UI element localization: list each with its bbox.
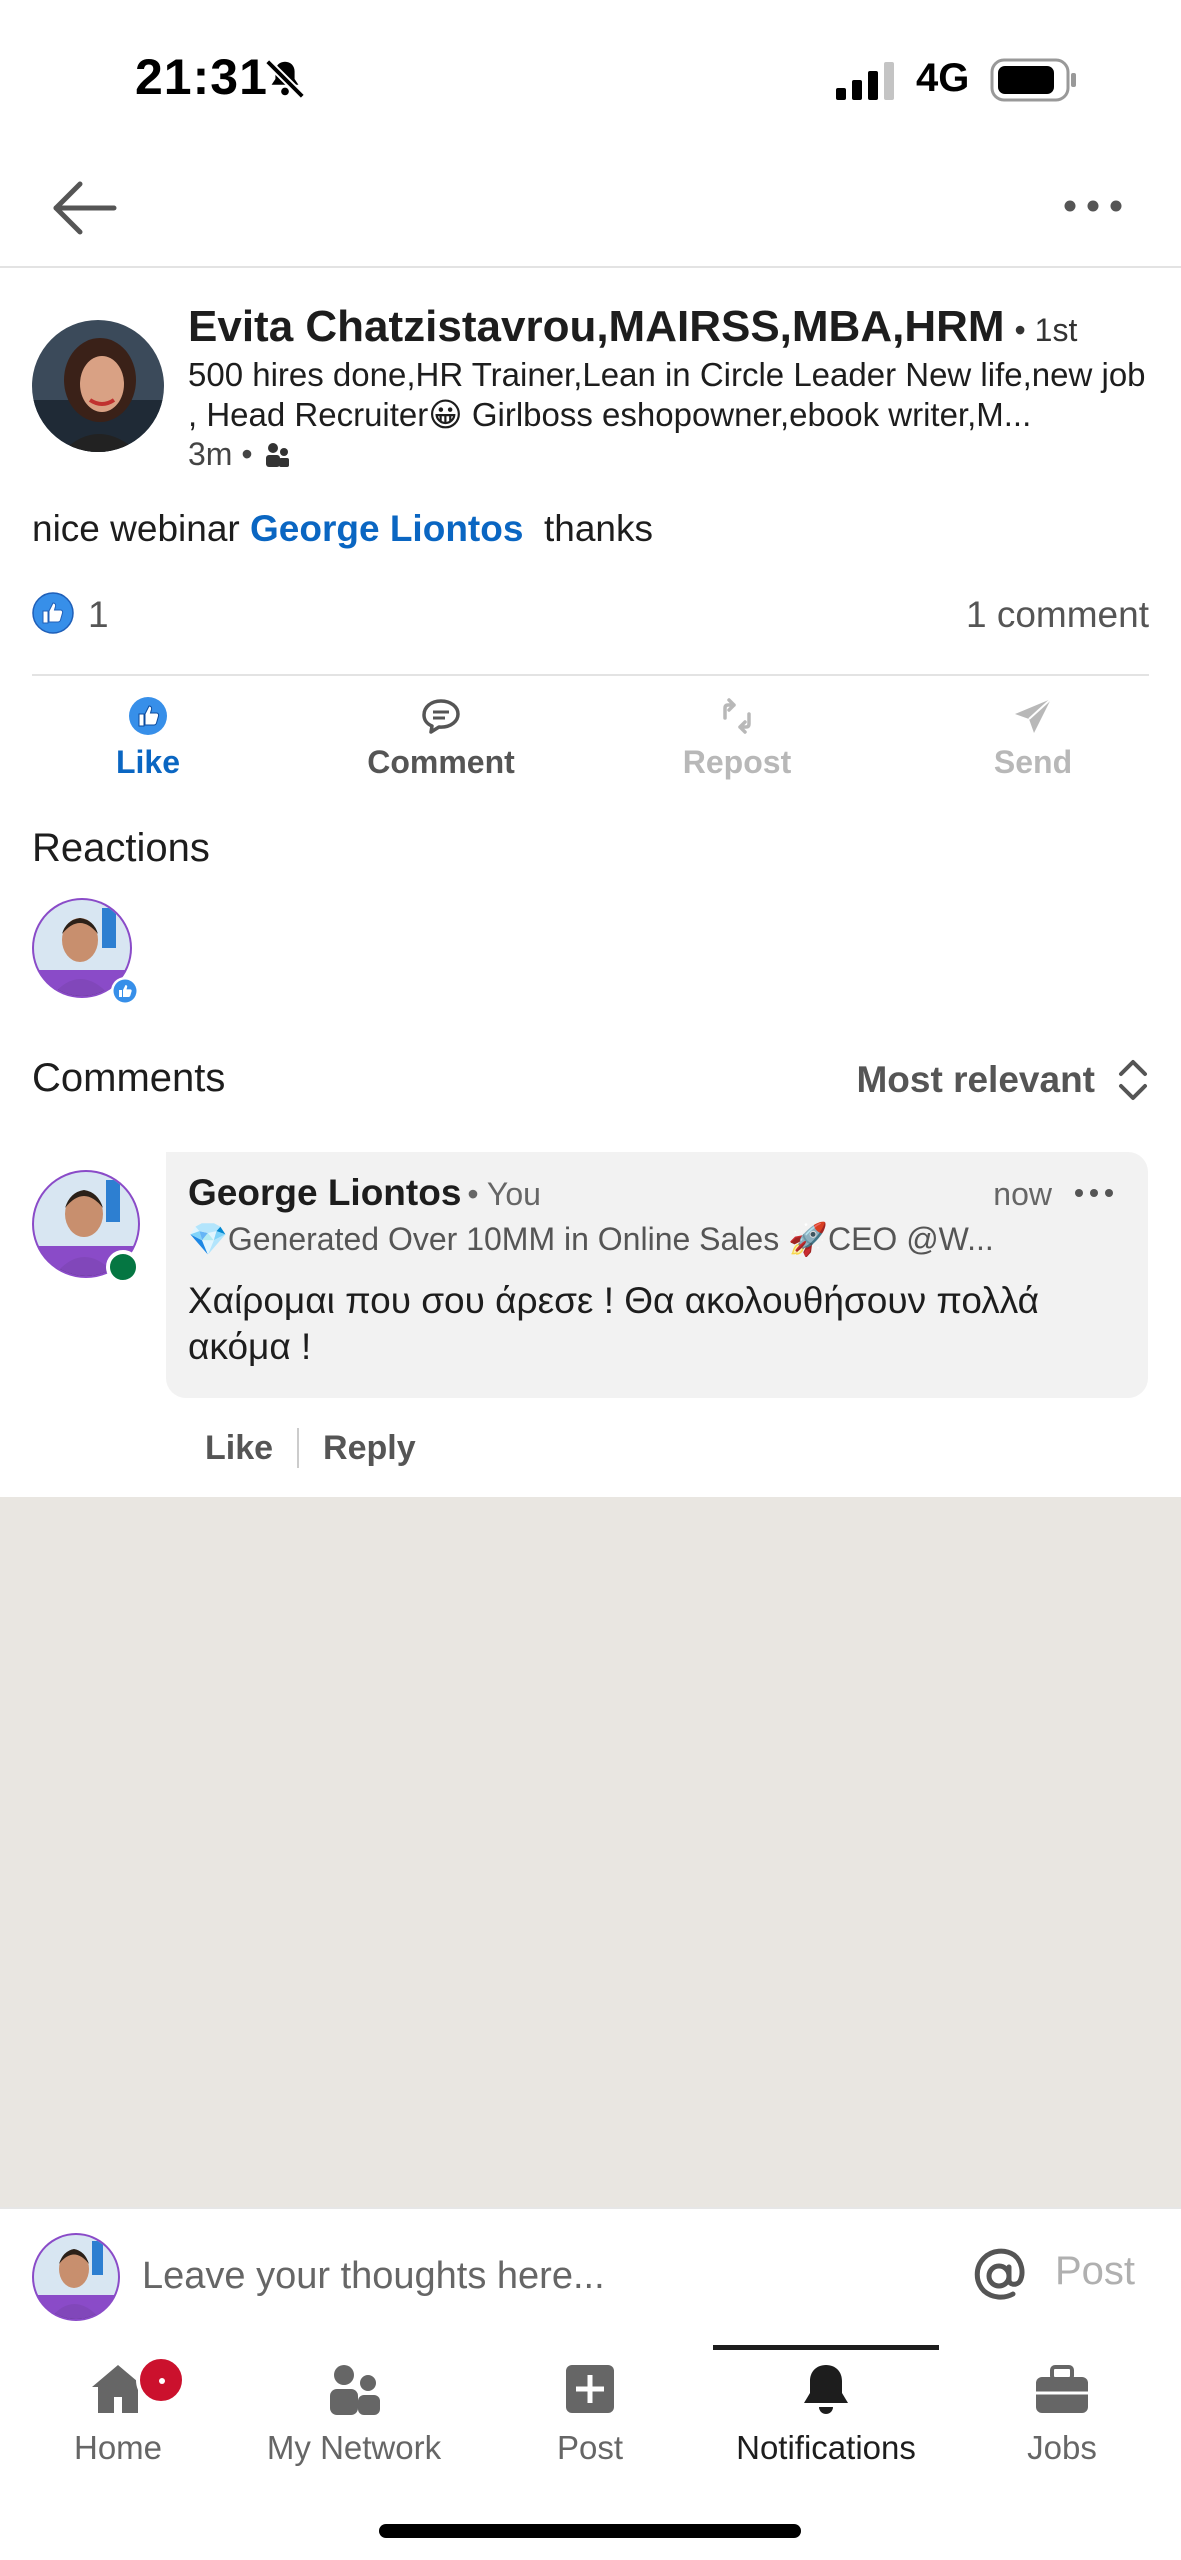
comment-count[interactable]: 1 comment — [966, 594, 1149, 636]
top-nav — [0, 150, 1181, 268]
tab-post-label: Post — [556, 2429, 624, 2466]
tab-my-network[interactable]: My Network — [236, 2345, 472, 2475]
action-bar: Like Comment Repost Send — [0, 690, 1181, 790]
online-status-dot — [106, 1250, 140, 1284]
network-type: 4G — [916, 56, 970, 100]
like-reaction-icon[interactable] — [32, 592, 74, 634]
tab-home[interactable]: Home — [0, 2345, 236, 2475]
tab-jobs-label: Jobs — [1027, 2429, 1097, 2466]
bell-off-icon — [265, 59, 305, 99]
briefcase-icon — [1036, 2365, 1088, 2413]
you-badge: • You — [467, 1176, 541, 1212]
status-bar: 21:31 4G — [0, 0, 1181, 150]
post-text: nice webinar George Liontos thanks — [32, 508, 653, 550]
post-meta: 3m • — [188, 436, 291, 473]
send-button[interactable]: Send — [933, 690, 1133, 790]
send-icon — [1015, 698, 1052, 733]
author-avatar[interactable] — [32, 320, 164, 452]
reaction-count[interactable]: 1 — [88, 594, 109, 636]
comment-button[interactable]: Comment — [341, 690, 541, 790]
comment-icon — [422, 699, 460, 734]
sort-dropdown[interactable]: Most relevant — [856, 1052, 1149, 1108]
post-text-after: thanks — [523, 508, 653, 549]
network-icon — [330, 2365, 380, 2415]
empty-area — [0, 1497, 1181, 2207]
connections-icon — [265, 442, 289, 467]
composer-avatar — [32, 2233, 120, 2321]
comment-label: Comment — [367, 744, 515, 780]
bell-icon — [804, 2365, 848, 2414]
author-name-row: Evita Chatzistavrou,MAIRSS,MBA,HRM • 1st — [188, 302, 1168, 352]
like-button[interactable]: Like — [48, 690, 248, 790]
connection-degree: • 1st — [1014, 312, 1078, 348]
tab-jobs[interactable]: Jobs — [944, 2345, 1180, 2475]
like-icon — [129, 697, 167, 735]
author-headline: 500 hires done,HR Trainer,Lean in Circle… — [188, 356, 1146, 433]
tab-notifications-label: Notifications — [736, 2429, 916, 2466]
comment-text: Χαίρομαι που σου άρεσε ! Θα ακολουθήσουν… — [188, 1280, 1040, 1367]
comment-actions: Like Reply — [205, 1424, 416, 1472]
comment-reply-button[interactable]: Reply — [323, 1429, 416, 1468]
repost-button[interactable]: Repost — [637, 690, 837, 790]
repost-label: Repost — [682, 744, 792, 780]
commenter-name-row: George Liontos • You — [188, 1172, 541, 1214]
commenter-headline: 💎Generated Over 10MM in Online Sales 🚀CE… — [188, 1221, 994, 1257]
tab-my-network-label: My Network — [266, 2429, 442, 2466]
comment-actions-separator — [297, 1428, 300, 1468]
comments-title: Comments — [32, 1056, 226, 1100]
notification-badge — [136, 2355, 186, 2405]
back-arrow-icon[interactable] — [52, 180, 118, 236]
comment-like-button[interactable]: Like — [205, 1429, 273, 1468]
send-label: Send — [993, 744, 1073, 780]
divider — [32, 674, 1149, 676]
repost-icon — [723, 698, 751, 734]
tab-post[interactable]: Post — [472, 2345, 708, 2475]
mention-link[interactable]: George Liontos — [250, 508, 523, 549]
post-comment-button[interactable]: Post — [1055, 2249, 1135, 2294]
post-text-before: nice webinar — [32, 508, 251, 549]
comment-composer: Post — [0, 2207, 1181, 2345]
reactions-title: Reactions — [32, 826, 210, 870]
comment-input[interactable] — [142, 2245, 902, 2307]
social-counts: 1 1 comment — [32, 590, 1149, 640]
sort-chevrons-icon — [1119, 1060, 1147, 1100]
battery-icon — [990, 58, 1076, 102]
status-time: 21:31 — [135, 49, 268, 105]
reactor-avatar[interactable] — [32, 898, 140, 1006]
tab-notifications[interactable]: Notifications — [708, 2345, 944, 2475]
more-dots-icon[interactable] — [1060, 186, 1126, 226]
comment-time: now — [993, 1176, 1052, 1212]
sort-label: Most relevant — [856, 1059, 1095, 1100]
commenter-name[interactable]: George Liontos — [188, 1172, 461, 1213]
tab-home-label: Home — [73, 2429, 163, 2466]
home-indicator — [379, 2524, 801, 2538]
mention-at-icon[interactable] — [968, 2245, 1030, 2307]
signal-icon — [836, 62, 894, 100]
post-plus-icon — [566, 2365, 614, 2413]
post-time: 3m • — [188, 436, 253, 472]
comment-bubble: George Liontos • You now 💎Generated Over … — [166, 1152, 1148, 1398]
comment-more-icon[interactable] — [1074, 1188, 1114, 1198]
like-label: Like — [115, 744, 181, 780]
author-name[interactable]: Evita Chatzistavrou,MAIRSS,MBA,HRM — [188, 302, 1005, 351]
